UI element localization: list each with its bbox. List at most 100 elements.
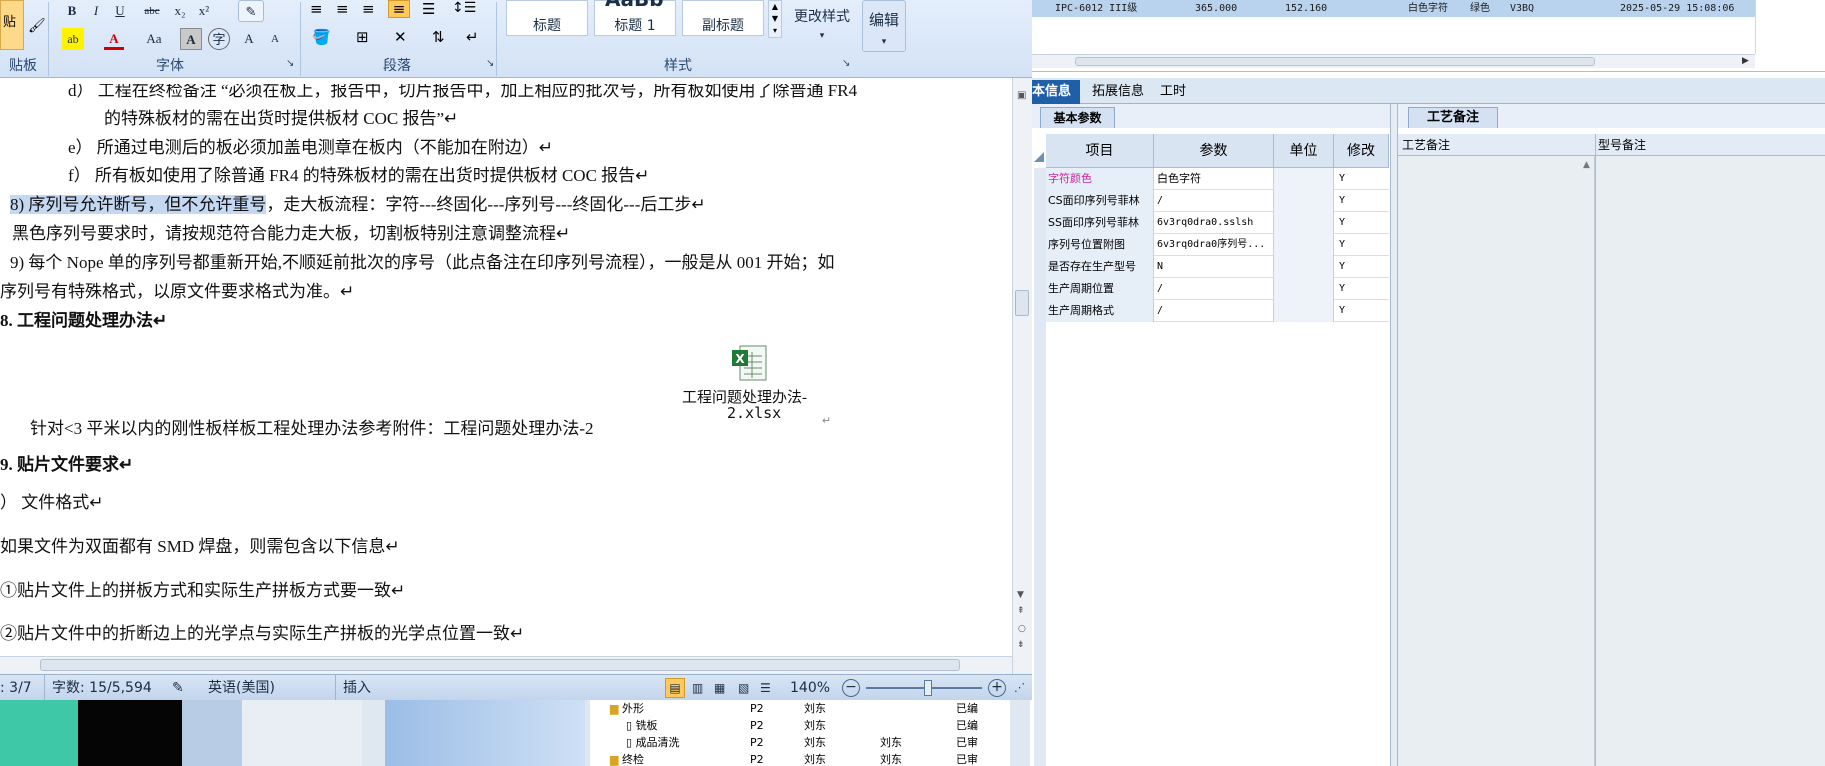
zoom-slider-thumb[interactable] (924, 680, 932, 696)
prev-page-icon[interactable]: ⇞ (1017, 606, 1025, 616)
cell-param[interactable]: / (1154, 278, 1274, 300)
col-header-unit[interactable]: 单位 (1274, 134, 1334, 168)
sort-icon[interactable]: ⇅ (432, 28, 445, 46)
styles-dialog-launcher-icon[interactable]: ↘ (842, 58, 850, 69)
style-heading-1[interactable]: AaBb 标题 1 (594, 0, 676, 36)
borders-icon[interactable]: ⊞ (356, 28, 369, 46)
embedded-filename-2[interactable]: 2.xlsx (727, 404, 781, 422)
tab-basic-info[interactable]: 本信息 (1030, 80, 1080, 104)
col-header-modify[interactable]: 修改 (1334, 134, 1389, 168)
next-page-icon[interactable]: ⇟ (1017, 640, 1025, 650)
strikethrough-button[interactable]: abc (138, 0, 166, 22)
font-dialog-launcher-icon[interactable]: ↘ (286, 58, 294, 69)
paragraph-dialog-launcher-icon[interactable]: ↘ (486, 58, 494, 69)
process-remark-body[interactable] (1398, 156, 1595, 766)
change-styles-button[interactable]: 更改样式 ▾ (788, 6, 856, 42)
scroll-right-icon[interactable]: ▶ (1742, 56, 1749, 66)
full-screen-reading-icon[interactable]: ▥ (692, 675, 703, 701)
tree-item[interactable]: ▯ 成品清洗 (626, 734, 680, 751)
line-spacing-icon[interactable]: ↕☰ (452, 0, 476, 16)
selected-text: 8) 序列号允许断号，但不允许重号 (10, 195, 267, 214)
select-browse-icon[interactable]: ○ (1018, 624, 1026, 634)
format-painter-icon[interactable]: 🖌 (28, 18, 46, 34)
show-marks-icon[interactable]: ↵ (466, 28, 479, 46)
scroll-up-icon[interactable]: ▲ (1583, 160, 1590, 170)
panel-splitter[interactable] (1390, 104, 1398, 766)
tab-extended-info[interactable]: 拓展信息 (1084, 80, 1152, 104)
print-layout-icon[interactable]: ▤ (665, 678, 685, 698)
scroll-down-icon[interactable]: ▼ (1017, 590, 1024, 600)
cell-param[interactable]: 6v3rq0dra0.sslsh (1154, 212, 1274, 234)
underline-button[interactable]: U (110, 0, 130, 22)
styles-scroll-icon[interactable]: ▲ ▼ ▾ (768, 0, 782, 38)
table-row[interactable]: SS面印序列号菲林 6v3rq0dra0.sslsh Y (1046, 212, 1389, 234)
highlight-icon[interactable]: ab (62, 28, 84, 50)
draft-icon[interactable]: ☰ (760, 675, 771, 701)
style-subtitle[interactable]: 副标题 (682, 0, 764, 36)
word-count[interactable]: 字数: 15/5,594 (52, 675, 152, 701)
model-remark-body[interactable] (1596, 156, 1825, 766)
italic-button[interactable]: I (86, 0, 106, 22)
distribute-icon[interactable]: ☰ (422, 0, 435, 18)
tab-basic-params[interactable]: 基本参数 (1040, 107, 1115, 128)
table-row[interactable]: 是否存在生产型号 N Y (1046, 256, 1389, 278)
insert-mode[interactable]: 插入 (343, 675, 371, 701)
justify-icon[interactable]: ≡ (388, 0, 410, 18)
enclose-char-icon[interactable]: 字 (208, 28, 230, 50)
ruler-toggle-icon[interactable]: ▣ (1017, 90, 1026, 101)
process-tree[interactable]: ▆ 外形 ▯ 铣板 ▯ 成品清洗 ▆ 终检 P2 P2 P2 P2 刘东 刘东 … (590, 700, 1010, 766)
page-indicator[interactable]: : 3/7 (0, 675, 32, 701)
cell-param[interactable]: 6v3rq0dra0序列号... (1154, 234, 1274, 256)
superscript-button[interactable]: x² (194, 0, 214, 22)
cell-param[interactable]: / (1154, 300, 1274, 322)
table-row[interactable]: 生产周期位置 / Y (1046, 278, 1389, 300)
align-left-icon[interactable]: ≡ (310, 0, 323, 18)
zoom-out-icon[interactable]: − (842, 679, 860, 697)
col-header-process-remark[interactable]: 工艺备注 (1402, 134, 1450, 156)
vertical-scrollbar[interactable] (1012, 78, 1032, 678)
paste-button[interactable]: 贴 (0, 0, 24, 50)
col-header-item[interactable]: 项目 (1046, 134, 1154, 168)
vertical-scroll-thumb[interactable] (1015, 290, 1029, 316)
web-layout-icon[interactable]: ▦ (714, 675, 725, 701)
shrink-font-button[interactable]: A (264, 28, 286, 50)
outline-icon[interactable]: ▧ (738, 675, 749, 701)
excel-file-icon[interactable]: X (730, 344, 770, 384)
table-row[interactable]: 字符颜色 白色字符 Y (1046, 168, 1389, 190)
tab-work-hours[interactable]: 工时 (1152, 80, 1194, 104)
table-row[interactable]: CS面印序列号菲林 / Y (1046, 190, 1389, 212)
group-paragraph-label: 段落 (383, 58, 411, 74)
font-color-icon[interactable]: A (104, 28, 124, 50)
shading-icon[interactable]: 🪣 (312, 28, 331, 46)
cell-param[interactable]: / (1154, 190, 1274, 212)
zoom-level[interactable]: 140% (790, 675, 830, 701)
resize-grip-icon[interactable]: ⋰ (1014, 675, 1025, 701)
edit-button[interactable]: 编辑 ▾ (862, 0, 906, 52)
tree-item[interactable]: ▆ 终检 (610, 751, 644, 766)
bold-button[interactable]: B (62, 0, 82, 22)
cell-param[interactable]: N (1154, 256, 1274, 278)
subscript-button[interactable]: x₂ (170, 0, 190, 22)
erp-scroll-thumb[interactable] (1075, 57, 1595, 66)
table-row[interactable]: 序列号位置附图 6v3rq0dra0序列号... Y (1046, 234, 1389, 256)
align-center-icon[interactable]: ≡ (336, 0, 349, 18)
tree-item[interactable]: ▆ 外形 (610, 700, 644, 717)
spellcheck-icon[interactable]: ✎ (172, 675, 184, 701)
col-header-param[interactable]: 参数 (1154, 134, 1274, 168)
asian-layout-icon[interactable]: ✕ (394, 28, 407, 46)
clear-format-icon[interactable]: ✎ (238, 0, 264, 22)
tab-process-remarks[interactable]: 工艺备注 (1408, 107, 1498, 128)
change-case-button[interactable]: Aa (140, 28, 168, 50)
tree-item[interactable]: ▯ 铣板 (626, 717, 658, 734)
cell-param[interactable]: 白色字符 (1154, 168, 1274, 190)
grow-font-button[interactable]: A (238, 28, 260, 50)
horizontal-scroll-thumb[interactable] (40, 659, 960, 671)
align-right-icon[interactable]: ≡ (362, 0, 375, 18)
char-shading-button[interactable]: A (180, 28, 202, 50)
zoom-in-icon[interactable]: + (988, 679, 1006, 697)
language-indicator[interactable]: 英语(美国) (208, 675, 275, 701)
style-title[interactable]: 标题 (506, 0, 588, 36)
erp-selected-row[interactable]: IPC-6012 III级 365.000 152.160 白色字符 绿色 V3… (1030, 0, 1755, 17)
col-header-model-remark[interactable]: 型号备注 (1598, 134, 1646, 156)
table-row[interactable]: 生产周期格式 / Y (1046, 300, 1389, 322)
